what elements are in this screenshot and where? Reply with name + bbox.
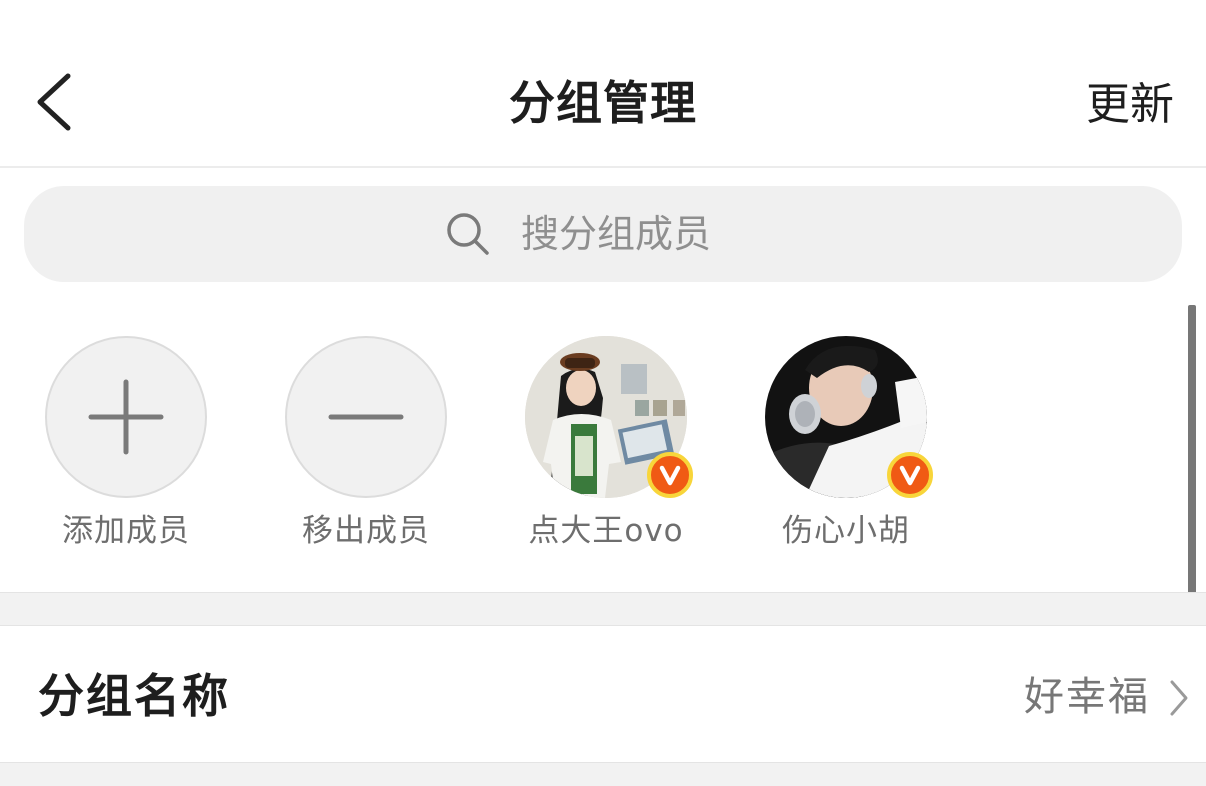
remove-member-label: 移出成员: [302, 513, 430, 549]
plus-icon: [88, 379, 164, 455]
search-input[interactable]: [521, 212, 751, 256]
page-title: 分组管理: [509, 76, 697, 130]
search-bar[interactable]: [24, 186, 1182, 282]
search-icon: [447, 213, 489, 255]
member-name: 伤心小胡: [782, 513, 910, 549]
section-divider: [0, 762, 1206, 786]
avatar[interactable]: [525, 336, 693, 498]
group-name-row[interactable]: 分组名称 好幸福: [0, 626, 1206, 762]
remove-member-button[interactable]: 移出成员: [285, 336, 447, 552]
member-name: 点大王ovo: [528, 513, 684, 549]
remove-member-circle[interactable]: [285, 336, 447, 498]
add-member-circle[interactable]: [45, 336, 207, 498]
group-name-value: 好幸福: [1024, 674, 1150, 720]
verified-v-icon: [659, 465, 681, 486]
verified-badge: [887, 452, 933, 498]
member-item[interactable]: 伤心小胡: [765, 336, 933, 552]
chevron-right-icon: [1170, 680, 1188, 716]
section-divider: [0, 592, 1206, 626]
avatar[interactable]: [765, 336, 933, 498]
group-name-label: 分组名称: [38, 669, 230, 723]
add-member-button[interactable]: 添加成员: [45, 336, 207, 552]
update-button[interactable]: 更新: [1086, 74, 1174, 136]
add-member-label: 添加成员: [62, 513, 190, 549]
nav-bar: 分组管理 更新: [0, 0, 1206, 168]
member-item[interactable]: 点大王ovo: [525, 336, 693, 552]
minus-icon: [328, 414, 404, 420]
verified-v-icon: [899, 465, 921, 486]
verified-badge: [647, 452, 693, 498]
